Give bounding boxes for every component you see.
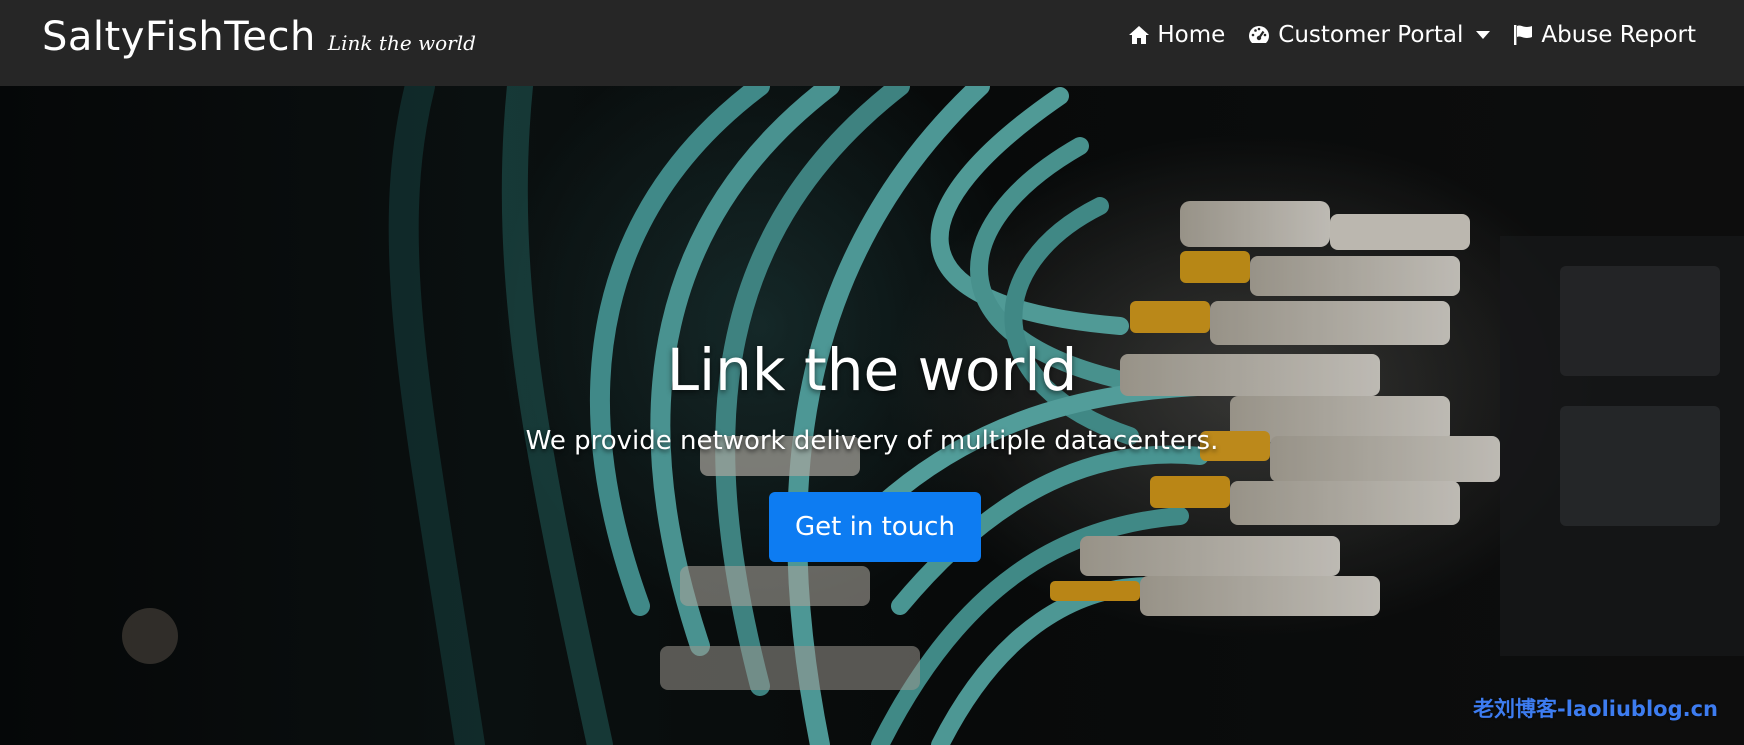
brand-name[interactable]: SaltyFishTech	[42, 14, 316, 60]
hero-content: Link the world We provide network delive…	[0, 86, 1744, 745]
brand[interactable]: SaltyFishTech Link the world	[42, 14, 476, 60]
hero-banner: Link the world We provide network delive…	[0, 86, 1744, 745]
nav-abuse-report-label: Abuse Report	[1541, 22, 1696, 48]
watermark: 老刘博客-laoliublog.cn	[1473, 697, 1718, 721]
nav-abuse-report[interactable]: Abuse Report	[1512, 22, 1696, 48]
brand-tagline: Link the world	[327, 31, 476, 55]
nav-customer-portal-label: Customer Portal	[1278, 22, 1464, 48]
dashboard-icon	[1247, 24, 1271, 46]
flag-icon	[1512, 24, 1534, 46]
home-icon	[1128, 25, 1150, 45]
nav-menu: Home Customer Portal Abuse Report	[1128, 22, 1696, 48]
get-in-touch-button[interactable]: Get in touch	[769, 492, 981, 562]
hero-subtitle: We provide network delivery of multiple …	[525, 426, 1219, 456]
hero-title: Link the world	[666, 336, 1078, 404]
chevron-down-icon	[1476, 31, 1491, 39]
top-navbar: SaltyFishTech Link the world Home Custom…	[0, 0, 1744, 86]
nav-home[interactable]: Home	[1128, 22, 1225, 48]
nav-customer-portal[interactable]: Customer Portal	[1247, 22, 1491, 48]
nav-home-label: Home	[1157, 22, 1226, 48]
